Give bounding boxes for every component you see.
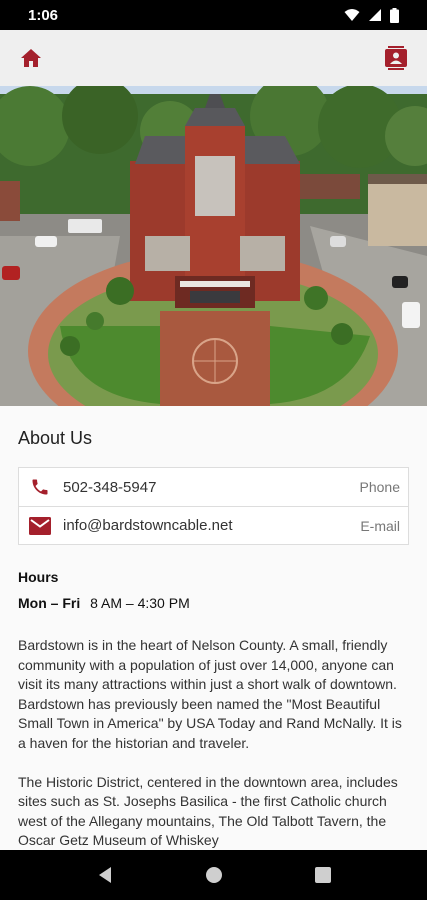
courthouse-photo (0, 86, 427, 406)
contact-card-icon (385, 46, 407, 70)
page-title: About Us (18, 428, 93, 448)
email-icon (29, 515, 51, 537)
hours-days: Mon – Fri (18, 595, 81, 611)
phone-icon (29, 476, 51, 498)
phone-number: 502-348-5947 (63, 478, 157, 496)
hero-image (0, 86, 427, 406)
contact-card: 502-348-5947 Phone info@bardstowncable.n… (18, 467, 409, 545)
hours-row: Mon – Fri 8 AM – 4:30 PM (18, 595, 190, 611)
description: Bardstown is in the heart of Nelson Coun… (18, 636, 413, 850)
system-nav-bar (0, 850, 427, 900)
recents-icon[interactable] (314, 867, 331, 883)
hours-time: 8 AM – 4:30 PM (90, 595, 190, 611)
status-bar: 1:06 (0, 0, 427, 30)
home-circle-icon[interactable] (205, 866, 223, 884)
about-section: About Us 502-348-5947 Phone info@bardsto… (0, 406, 427, 850)
home-icon (21, 49, 41, 67)
phone-label: Phone (359, 479, 400, 495)
battery-icon (390, 7, 399, 23)
hours-heading: Hours (18, 569, 59, 585)
phone-row[interactable]: 502-348-5947 Phone (19, 468, 408, 506)
app-bar (0, 30, 427, 86)
email-row[interactable]: info@bardstowncable.net E-mail (19, 506, 408, 544)
wifi-icon (344, 9, 360, 21)
back-icon[interactable] (97, 866, 113, 884)
signal-icon (369, 9, 381, 21)
status-icons (344, 7, 399, 23)
description-paragraph: Bardstown is in the heart of Nelson Coun… (18, 637, 402, 751)
contact-card-button[interactable] (381, 43, 411, 73)
home-button[interactable] (16, 43, 46, 73)
description-paragraph: The Historic District, centered in the d… (18, 773, 398, 849)
email-label: E-mail (360, 517, 400, 534)
email-address: info@bardstowncable.net (63, 517, 233, 534)
status-time: 1:06 (28, 6, 59, 24)
